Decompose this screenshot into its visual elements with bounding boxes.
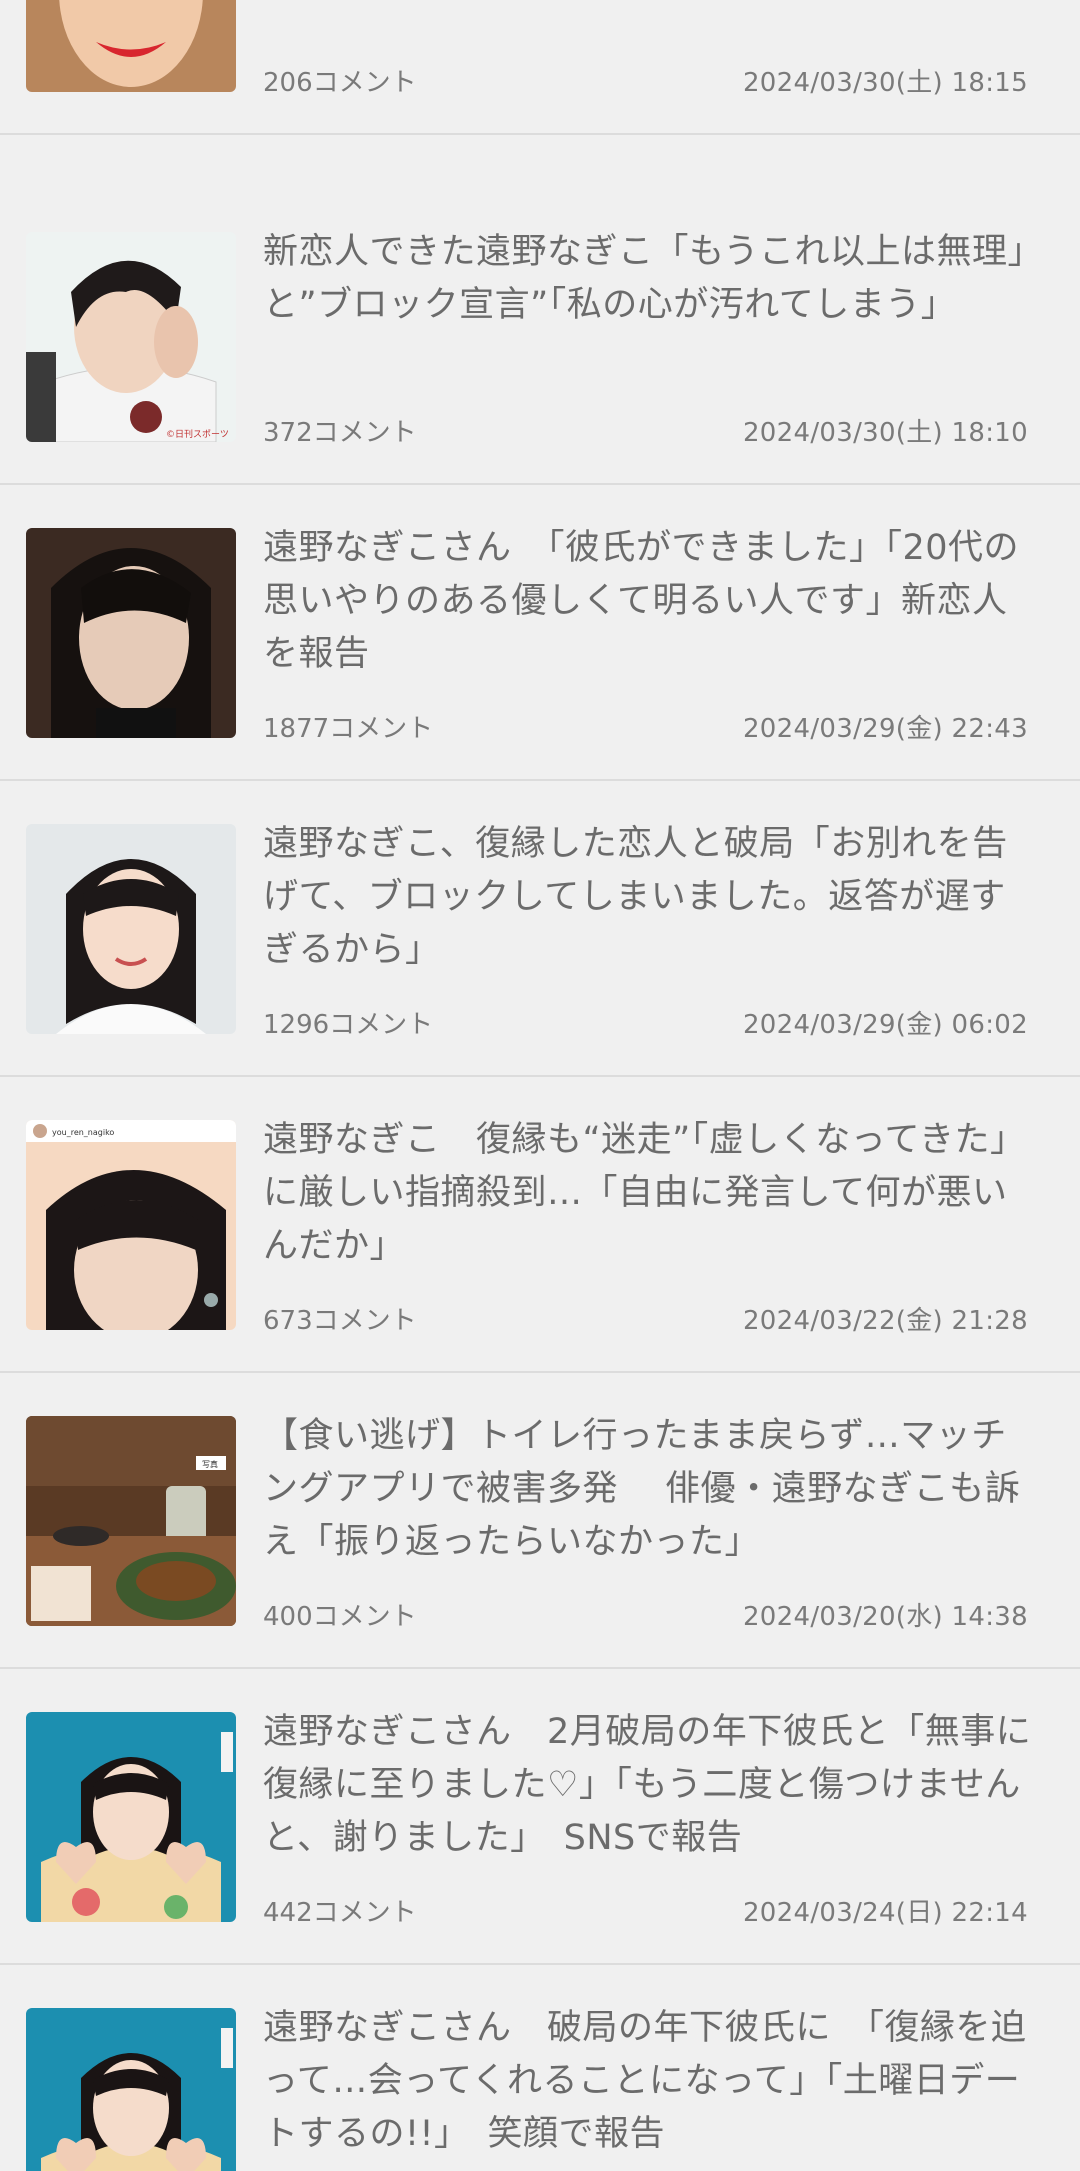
article-thumbnail[interactable] <box>26 2008 236 2171</box>
comment-count: 673コメント <box>263 1306 417 1336</box>
article-item[interactable]: 遠野なぎこさん 「彼氏ができました」「20代の思いやりのある優しくて明るい人です… <box>0 486 1080 781</box>
article-item[interactable]: 遠野なぎこさん 破局の年下彼氏に 「復縁を迫って…会ってくれることになって」「土… <box>0 1966 1080 2171</box>
article-date: 2024/03/30(土) 18:10 <box>742 418 1028 448</box>
article-date: 2024/03/29(金) 22:43 <box>742 714 1028 744</box>
article-thumbnail[interactable]: 写真 <box>26 1416 236 1626</box>
article-thumbnail[interactable]: you_ren_nagiko <box>26 1120 236 1330</box>
article-title[interactable]: 遠野なぎこさん 破局の年下彼氏に 「復縁を迫って…会ってくれることになって」「土… <box>263 2002 1033 2161</box>
article-thumbnail[interactable]: ©日刊スポーツ <box>26 232 236 442</box>
article-item[interactable]: 遠野なぎこさん 2月破局の年下彼氏と「無事に復縁に至りました♡」「もう二度と傷つ… <box>0 1670 1080 1965</box>
article-title[interactable]: 遠野なぎこ 復縁も“迷走”「虚しくなってきた」に厳しい指摘殺到…「自由に発言して… <box>263 1114 1033 1273</box>
comment-count: 442コメント <box>263 1898 417 1928</box>
article-title[interactable]: 遠野なぎこさん 2月破局の年下彼氏と「無事に復縁に至りました♡」「もう二度と傷つ… <box>263 1706 1033 1865</box>
svg-text:©日刊スポーツ: ©日刊スポーツ <box>166 428 229 440</box>
article-thumbnail[interactable] <box>26 0 236 92</box>
article-item[interactable]: り、私忙しい人は苦手だ。学ばないね」今後は友人関係に 206コメント 2024/… <box>0 0 1080 135</box>
article-feed: り、私忙しい人は苦手だ。学ばないね」今後は友人関係に 206コメント 2024/… <box>0 0 1080 2171</box>
article-date: 2024/03/30(土) 18:15 <box>742 68 1028 98</box>
article-thumbnail[interactable] <box>26 528 236 738</box>
article-date: 2024/03/22(金) 21:28 <box>742 1306 1028 1336</box>
article-date: 2024/03/29(金) 06:02 <box>742 1010 1028 1040</box>
comment-count: 372コメント <box>263 418 417 448</box>
article-item[interactable]: ©日刊スポーツ 新恋人できた遠野なぎこ「もうこれ以上は無理」と”ブロック宣言”「… <box>0 190 1080 485</box>
article-title[interactable]: 新恋人できた遠野なぎこ「もうこれ以上は無理」と”ブロック宣言”「私の心が汚れてし… <box>263 226 1033 332</box>
article-date: 2024/03/20(水) 14:38 <box>742 1602 1028 1632</box>
article-thumbnail[interactable] <box>26 824 236 1034</box>
article-thumbnail[interactable] <box>26 1712 236 1922</box>
svg-text:写真: 写真 <box>202 1459 218 1469</box>
svg-text:you_ren_nagiko: you_ren_nagiko <box>52 1128 114 1137</box>
article-date: 2024/03/24(日) 22:14 <box>742 1898 1028 1928</box>
comment-count: 1296コメント <box>263 1010 434 1040</box>
comment-count: 1877コメント <box>263 714 434 744</box>
article-title[interactable]: 【食い逃げ】トイレ行ったまま戻らず…マッチングアプリで被害多発 俳優・遠野なぎこ… <box>263 1410 1033 1569</box>
comment-count: 400コメント <box>263 1602 417 1632</box>
article-title[interactable]: 遠野なぎこ、復縁した恋人と破局「お別れを告げて、ブロックしてしまいました。返答が… <box>263 818 1033 977</box>
article-item[interactable]: 写真 【食い逃げ】トイレ行ったまま戻らず…マッチングアプリで被害多発 俳優・遠野… <box>0 1374 1080 1669</box>
article-title[interactable]: 遠野なぎこさん 「彼氏ができました」「20代の思いやりのある優しくて明るい人です… <box>263 522 1033 681</box>
article-item[interactable]: 遠野なぎこ、復縁した恋人と破局「お別れを告げて、ブロックしてしまいました。返答が… <box>0 782 1080 1077</box>
comment-count: 206コメント <box>263 68 417 98</box>
article-item[interactable]: you_ren_nagiko 遠野なぎこ 復縁も“迷走”「虚しくなってきた」に厳… <box>0 1078 1080 1373</box>
